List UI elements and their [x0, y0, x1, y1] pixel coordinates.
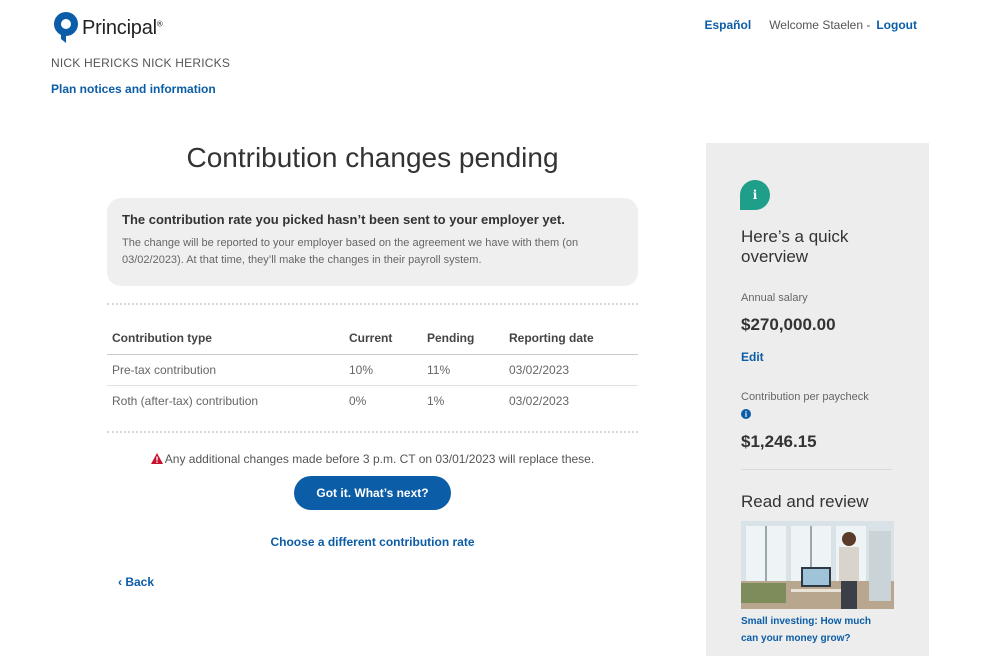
welcome-text: Welcome Staelen - — [769, 18, 871, 32]
cell-current: 10% — [344, 354, 422, 386]
header-pending: Pending — [422, 322, 504, 355]
pending-notice: The contribution rate you picked hasn’t … — [107, 198, 638, 286]
overview-sidebar: i Here’s a quick overview Annual salary … — [706, 143, 929, 656]
info-circle-icon[interactable]: i — [741, 409, 751, 419]
language-link[interactable]: Español — [705, 18, 752, 32]
notice-body: The change will be reported to your empl… — [122, 237, 579, 266]
article-image[interactable] — [741, 521, 894, 609]
header-links: Español Welcome Staelen - Logout — [705, 18, 918, 32]
overview-title: Here’s a quick overview — [741, 227, 849, 266]
principal-logo-icon — [54, 12, 78, 43]
cell-current: 0% — [349, 393, 367, 408]
article-link[interactable]: Small investing: How much can your money… — [741, 613, 891, 647]
info-icon: i — [740, 180, 770, 210]
logout-link[interactable]: Logout — [876, 18, 917, 32]
choose-different-rate-link[interactable]: Choose a different contribution rate — [107, 535, 638, 549]
table-row: Pre-tax contribution 10% 11% 03/02/2023 — [107, 354, 638, 386]
notice-title: The contribution rate you picked hasn’t … — [122, 212, 565, 227]
got-it-button[interactable]: Got it. What’s next? — [294, 476, 451, 510]
header-current: Current — [344, 322, 422, 355]
header-contribution-type: Contribution type — [107, 322, 344, 355]
member-name: NICK HERICKS NICK HERICKS — [51, 56, 231, 70]
cell-pending: 1% — [427, 393, 445, 408]
header-reporting-date: Reporting date — [504, 322, 638, 355]
edit-salary-link[interactable]: Edit — [741, 350, 764, 364]
principal-logo[interactable]: Principal® — [53, 12, 163, 44]
office-photo-icon — [741, 521, 894, 609]
contribution-label: Contribution per paycheck — [741, 391, 869, 403]
table-row: Roth (after-tax) contribution 0% 1% 03/0… — [107, 385, 638, 416]
cell-type: Pre-tax contribution — [107, 354, 344, 386]
brand-name: Principal® — [82, 16, 163, 39]
plan-notices-link[interactable]: Plan notices and information — [51, 82, 216, 96]
replace-warning: Any additional changes made before 3 p.m… — [107, 452, 638, 466]
back-label: Back — [125, 575, 155, 589]
cell-pending: 11% — [422, 354, 504, 386]
divider-bottom — [107, 431, 638, 433]
chevron-left-icon: ‹ — [118, 575, 122, 589]
cell-date: 03/02/2023 — [509, 393, 570, 408]
salary-label: Annual salary — [741, 292, 808, 304]
table-header-row: Contribution type Current Pending Report… — [107, 322, 638, 355]
cell-type: Roth (after-tax) contribution — [112, 393, 259, 408]
warning-text: Any additional changes made before 3 p.m… — [164, 452, 595, 466]
warning-icon — [150, 453, 163, 464]
divider-top — [107, 303, 638, 305]
contribution-value: $1,246.15 — [741, 432, 817, 451]
back-link[interactable]: ‹ Back — [118, 575, 154, 589]
cell-date: 03/02/2023 — [504, 354, 638, 386]
salary-value: $270,000.00 — [741, 315, 836, 334]
read-review-title: Read and review — [741, 492, 869, 511]
page-title: Contribution changes pending — [186, 142, 559, 173]
sidebar-divider — [741, 469, 892, 470]
contribution-table: Contribution type Current Pending Report… — [107, 322, 638, 416]
